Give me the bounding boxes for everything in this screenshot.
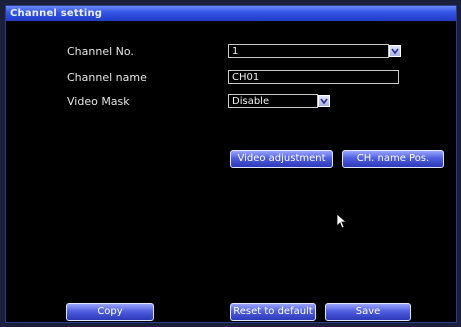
channel-setting-window: Channel setting Channel No. 1 Channel na… (5, 5, 457, 323)
video-mask-select[interactable]: Disable (228, 94, 318, 108)
channel-no-label: Channel No. (67, 45, 134, 58)
chevron-down-icon (320, 98, 328, 105)
copy-button[interactable]: Copy (66, 303, 154, 321)
channel-name-label: Channel name (67, 71, 147, 84)
title-bar: Channel setting (6, 6, 456, 21)
save-button[interactable]: Save (325, 303, 411, 321)
mouse-pointer-icon (336, 213, 346, 229)
channel-name-input[interactable]: CH01 (228, 70, 399, 84)
channel-no-select[interactable]: 1 (228, 44, 389, 58)
ch-name-pos-button[interactable]: CH. name Pos. (342, 150, 444, 168)
video-mask-dropdown-button[interactable] (318, 95, 330, 107)
video-mask-label: Video Mask (67, 95, 130, 108)
channel-name-value: CH01 (232, 72, 260, 83)
video-adjustment-button[interactable]: Video adjustment (230, 150, 333, 168)
reset-to-default-button[interactable]: Reset to default (230, 303, 316, 321)
video-mask-value: Disable (232, 96, 270, 107)
chevron-down-icon (391, 48, 399, 55)
channel-no-value: 1 (232, 46, 239, 57)
window-title: Channel setting (10, 8, 103, 19)
channel-no-dropdown-button[interactable] (389, 45, 401, 57)
